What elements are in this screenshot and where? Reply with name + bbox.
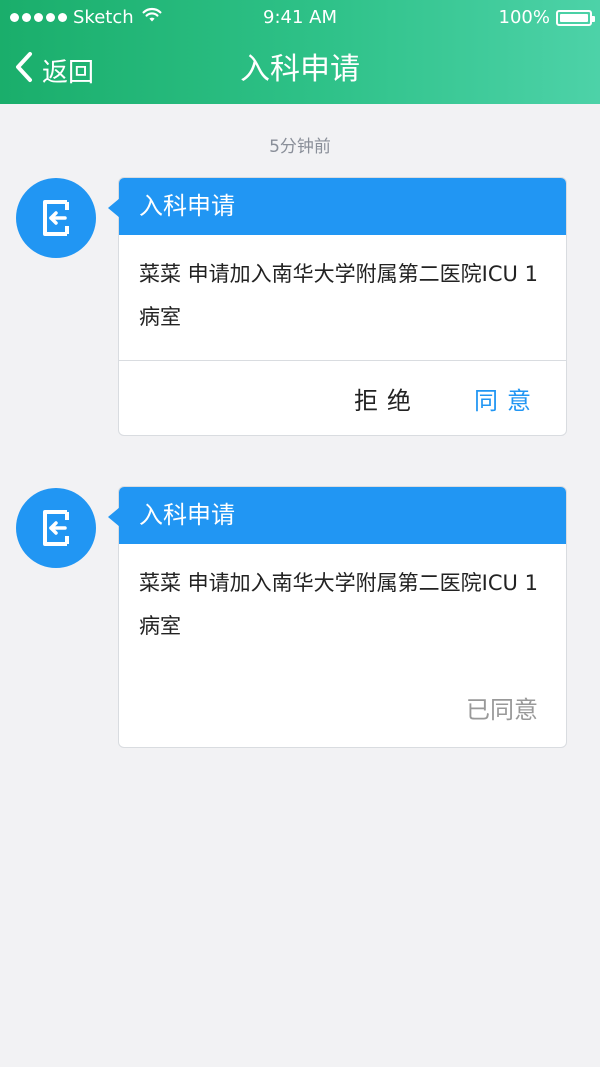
header-bar: Sketch 9:41 AM 100% 返回 入科申请: [0, 0, 600, 104]
exit-door-icon: [16, 488, 96, 568]
card-actions: 拒绝 同意: [119, 361, 566, 435]
status-right: 100%: [498, 7, 595, 28]
card-title: 入科申请: [119, 178, 566, 235]
chevron-left-icon: [14, 51, 34, 90]
agree-button[interactable]: 同意: [474, 381, 540, 416]
battery-icon: [556, 9, 595, 26]
request-card-approved: 入科申请 菜菜 申请加入南华大学附属第二医院ICU 1病室 已同意: [108, 486, 567, 748]
card-title: 入科申请: [119, 487, 566, 544]
card-tail: [108, 198, 120, 218]
back-label: 返回: [42, 57, 95, 88]
reject-button[interactable]: 拒绝: [354, 381, 420, 416]
message-timestamp: 5分钟前: [269, 137, 331, 157]
status-bar: Sketch 9:41 AM 100%: [0, 0, 600, 36]
exit-door-icon: [16, 178, 96, 258]
request-card-pending: 入科申请 菜菜 申请加入南华大学附属第二医院ICU 1病室 拒绝 同意: [108, 177, 567, 436]
card-tail: [108, 507, 120, 527]
battery-percent: 100%: [498, 7, 550, 28]
approved-status: 已同意: [466, 696, 538, 724]
request-message: 菜菜 申请加入南华大学附属第二医院ICU 1病室: [139, 262, 538, 329]
request-message: 菜菜 申请加入南华大学附属第二医院ICU 1病室: [139, 571, 538, 638]
back-button[interactable]: 返回: [14, 50, 94, 90]
battery-fill: [560, 13, 588, 22]
